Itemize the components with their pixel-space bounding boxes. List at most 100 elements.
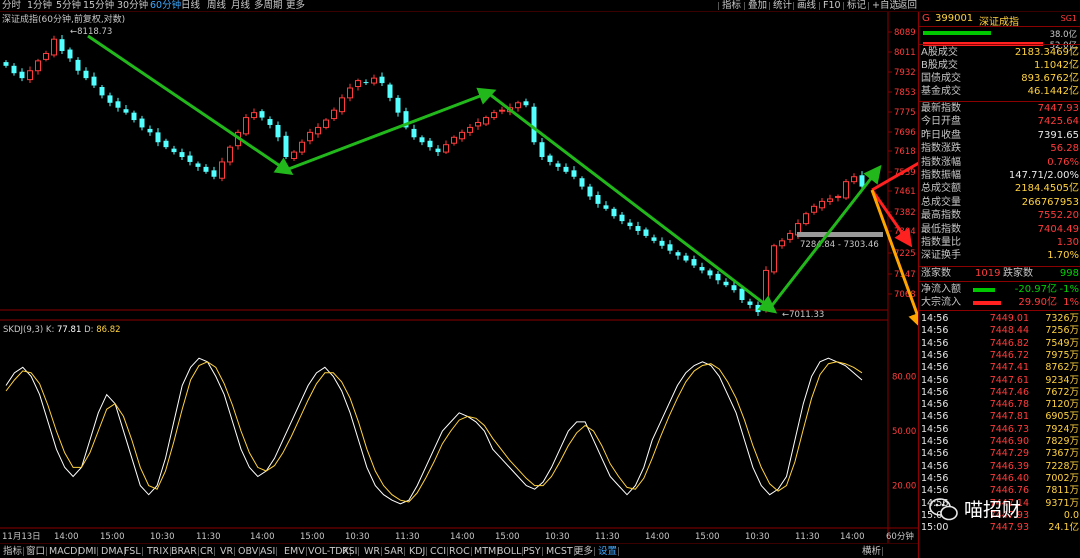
toolbar-tool-button[interactable]: F10 [819, 0, 841, 12]
stat-label: 指数涨跌 [921, 143, 961, 155]
indicator-tab[interactable]: DMA [101, 545, 126, 558]
timeframe-tab[interactable]: 60分钟 [150, 0, 181, 12]
separator [919, 310, 1080, 311]
indicator-tab[interactable]: BRAR [171, 545, 199, 558]
indicator-tab[interactable]: SAR [384, 545, 406, 558]
tick-row[interactable]: 14:56 7447.81 6905万 [919, 411, 1080, 423]
tick-row[interactable]: 14:56 7447.46 7672万 [919, 387, 1080, 399]
bottom-right-button[interactable]: 横析 [862, 545, 884, 558]
timeframe-tab[interactable]: 分时 [2, 0, 21, 12]
timeframe-tab[interactable]: 1分钟 [27, 0, 52, 12]
flow-value: -20.97亿 [1014, 284, 1057, 295]
stat-row: 指数涨幅 0.76% [921, 157, 1079, 169]
indicator-tab[interactable]: MCST [546, 545, 575, 558]
indicator-tab[interactable]: BOLL [497, 545, 524, 558]
toolbar-tool-button[interactable]: 标记 [842, 0, 866, 12]
timeframe-tab[interactable]: 日线 [181, 0, 200, 12]
tick-row[interactable]: 14:56 7446.90 7829万 [919, 436, 1080, 448]
candle [691, 255, 697, 268]
candle [531, 103, 537, 145]
indicator-tab[interactable]: MACD [49, 545, 81, 558]
stat-row: 总成交额 2184.4505亿 [921, 183, 1079, 195]
indicator-tab[interactable]: ROC [449, 545, 472, 558]
timeframe-tab[interactable]: 30分钟 [117, 0, 148, 12]
indicator-tab[interactable]: 设置 [598, 545, 620, 558]
flow-row: 大宗流入 29.90亿 1% [921, 297, 1079, 309]
candle [803, 211, 809, 226]
indicator-tab[interactable]: FSL [124, 545, 143, 558]
toolbar-tool-button[interactable]: 返回 [893, 0, 917, 12]
tick-price: 7446.73 [989, 423, 1029, 435]
period-label[interactable]: 60分钟 [886, 531, 914, 542]
toolbar-tool-button[interactable]: 叠加 [743, 0, 767, 12]
candle [227, 145, 233, 166]
tick-row[interactable]: 14:56 7447.61 9234万 [919, 375, 1080, 387]
stat-row: 昨日收盘 7391.65 [921, 130, 1079, 142]
candle [411, 124, 417, 140]
tick-row[interactable]: 14:56 7446.72 7975万 [919, 350, 1080, 362]
tick-row[interactable]: 14:56 7446.82 7549万 [919, 338, 1080, 350]
top-toolbar: 分时 1分钟 5分钟 15分钟 30分钟 60分钟 日线 周线 月线 多周期 更多 指标 叠加 统计 画线 F… [0, 0, 1080, 12]
separator [919, 266, 1080, 267]
candle [35, 58, 41, 75]
indicator-tab[interactable]: EMV [284, 545, 307, 558]
candle [371, 74, 377, 86]
time-axis-label: 10:30 [545, 532, 570, 542]
indicator-tab[interactable]: KDJ [409, 545, 428, 558]
k-line [5, 357, 863, 505]
separator [919, 44, 1080, 45]
candle [195, 161, 201, 171]
share-label: 国债成交 [921, 73, 961, 84]
candle [483, 115, 489, 126]
candle [827, 194, 833, 205]
stat-label: 最高指数 [921, 210, 961, 222]
indicator-tab[interactable]: RSI [342, 545, 360, 558]
tick-volume: 7326万 [1045, 313, 1079, 324]
indicator-tab[interactable]: ASI [260, 545, 278, 558]
indicator-tab[interactable]: 指标 [3, 545, 25, 558]
tick-row[interactable]: 14:56 7446.73 7924万 [919, 424, 1080, 436]
stat-label: 指数量比 [921, 237, 961, 248]
indicator-tab[interactable]: OBV [238, 545, 261, 558]
tick-row[interactable]: 14:56 7447.29 7367万 [919, 448, 1080, 460]
tick-row[interactable]: 14:56 7448.44 7256万 [919, 325, 1080, 337]
indicator-tab[interactable]: 更多 [574, 545, 596, 558]
indicator-tab[interactable]: VR [220, 545, 236, 558]
tick-row[interactable]: 14:56 7447.41 8762万 [919, 362, 1080, 374]
indicator-tab[interactable]: 窗口 [26, 545, 48, 558]
watermark: 喵招财 [929, 498, 1021, 521]
toolbar-tool-button[interactable]: 统计 [768, 0, 792, 12]
tick-price: 7446.78 [989, 399, 1029, 411]
chart-area[interactable]: 深证成指(60分钟,前复权,对数) 8089 8011 7932 7853 7775 769… [0, 12, 918, 543]
candle [675, 250, 681, 260]
indicator-tab[interactable]: CCI [430, 545, 449, 558]
candle [627, 219, 633, 230]
candle [635, 221, 641, 235]
indicator-tab[interactable]: WR [364, 545, 382, 558]
indicator-tab[interactable]: TRIX [147, 545, 171, 558]
candle [787, 229, 793, 243]
toolbar-tool-button[interactable]: 指标 [717, 0, 741, 12]
timeframe-tab[interactable]: 更多 [286, 0, 305, 12]
candle [515, 100, 521, 112]
tick-row[interactable]: 14:56 7446.40 7002万 [919, 473, 1080, 485]
tick-row[interactable]: 14:56 7449.01 7326万 [919, 313, 1080, 325]
timeframe-tab[interactable]: 月线 [231, 0, 250, 12]
tick-row[interactable]: 14:56 7446.78 7120万 [919, 399, 1080, 411]
time-axis-label: 15:00 [300, 532, 325, 542]
indicator-tab[interactable]: CR [200, 545, 216, 558]
timeframe-tab[interactable]: 5分钟 [56, 0, 81, 12]
stat-value: 56.28 [1050, 143, 1079, 155]
timeframe-tab[interactable]: 周线 [207, 0, 226, 12]
indicator-tab[interactable]: MTM [474, 545, 499, 558]
toolbar-tool-button[interactable]: 画线 [792, 0, 816, 12]
indicator-tab[interactable]: PSY [523, 545, 543, 558]
indicator-tab[interactable]: DMI [78, 545, 99, 558]
candle [27, 66, 33, 84]
share-label: B股成交 [921, 60, 958, 71]
tick-row[interactable]: 14:56 7446.39 7228万 [919, 461, 1080, 473]
candle [603, 201, 609, 211]
timeframe-tab[interactable]: 15分钟 [83, 0, 114, 12]
stat-value: 7425.64 [1037, 116, 1079, 128]
timeframe-tab[interactable]: 多周期 [254, 0, 283, 12]
